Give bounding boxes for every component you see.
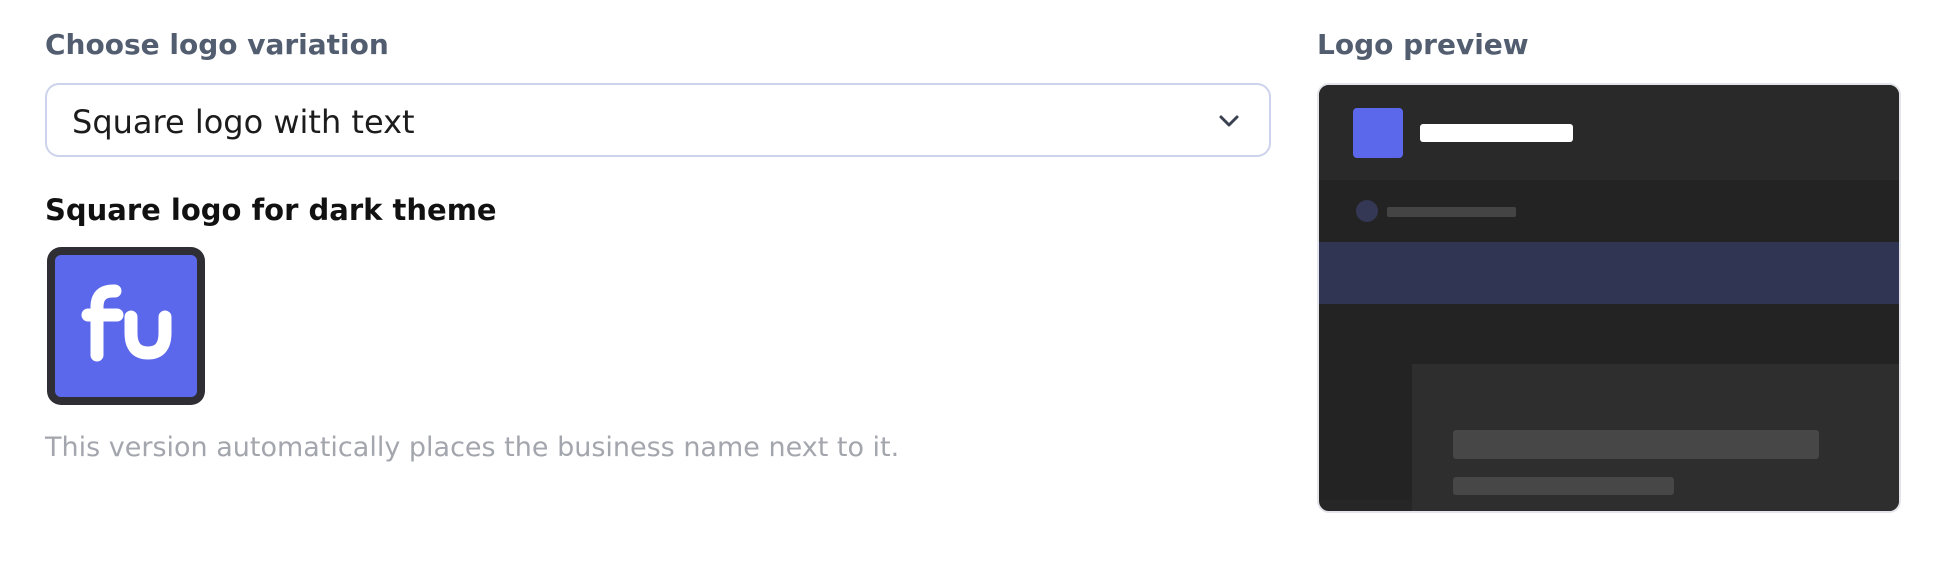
dark-theme-help-text: This version automatically places the bu… bbox=[45, 432, 900, 463]
logo-variation-label: Choose logo variation bbox=[45, 28, 389, 61]
fu-logo-icon bbox=[81, 284, 172, 362]
dark-theme-logo-upload[interactable] bbox=[47, 247, 205, 405]
preview-content-line-2 bbox=[1453, 477, 1674, 495]
preview-content-line-1 bbox=[1453, 430, 1819, 459]
preview-active-row bbox=[1319, 242, 1899, 304]
preview-logo-square bbox=[1353, 108, 1403, 158]
logo-preview-frame bbox=[1317, 83, 1901, 513]
logo-preview-label: Logo preview bbox=[1317, 28, 1529, 61]
fu-logo-image bbox=[55, 255, 197, 397]
logo-variation-select[interactable]: Square logo with text bbox=[45, 83, 1271, 157]
preview-topbar bbox=[1319, 85, 1899, 180]
chevron-down-icon bbox=[1219, 115, 1239, 127]
preview-nav-dot bbox=[1356, 200, 1378, 222]
preview-nav-line bbox=[1387, 207, 1516, 217]
dark-theme-logo-title: Square logo for dark theme bbox=[45, 193, 497, 227]
preview-business-name-placeholder bbox=[1420, 124, 1573, 142]
logo-variation-selected-value: Square logo with text bbox=[72, 103, 415, 141]
